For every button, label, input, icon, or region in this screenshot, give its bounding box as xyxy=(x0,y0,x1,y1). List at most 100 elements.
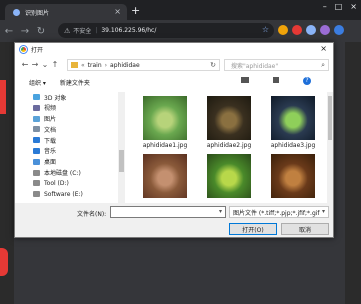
tab-title: 识别图片 xyxy=(25,9,50,17)
file-thumbnail[interactable] xyxy=(271,96,315,140)
tab-active[interactable]: 识别图片 × xyxy=(5,4,127,20)
filename-dropdown-icon[interactable]: ▾ xyxy=(219,208,222,215)
bookmark-star-icon[interactable]: ☆ xyxy=(262,25,269,34)
minimize-button[interactable]: – xyxy=(323,2,327,11)
breadcrumb-chevron-icon[interactable]: « xyxy=(81,62,85,69)
file-thumbnail[interactable] xyxy=(143,96,187,140)
recent-locations-icon[interactable]: ⌄ xyxy=(40,60,50,69)
documents-icon xyxy=(33,126,40,133)
tab-close-icon[interactable]: × xyxy=(114,7,121,16)
refresh-icon[interactable]: ↻ xyxy=(210,61,216,69)
new-tab-button[interactable]: + xyxy=(131,4,140,17)
breadcrumb[interactable]: « train › aphididae ↻ xyxy=(67,59,220,71)
filetype-dropdown-icon[interactable]: ▾ xyxy=(321,208,325,215)
3d-objects-icon xyxy=(33,94,40,100)
page-red-badge xyxy=(0,248,8,276)
page-background-right xyxy=(345,42,361,304)
file-name: aphididae2.jpg xyxy=(206,142,252,149)
close-window-button[interactable]: × xyxy=(350,2,357,11)
nav-item[interactable]: 图片 xyxy=(15,114,125,124)
nav-item-label: 视频 xyxy=(44,105,57,113)
nav-item-label: 桌面 xyxy=(44,159,57,167)
file-thumbnail[interactable] xyxy=(207,96,251,140)
nav-item[interactable]: 下载 xyxy=(15,135,125,145)
nav-item[interactable]: Software (E:) xyxy=(15,189,125,199)
warning-icon[interactable]: ⚠ xyxy=(64,27,70,35)
maximize-button[interactable]: □ xyxy=(335,2,343,11)
extension-2-icon[interactable] xyxy=(292,25,302,35)
file-item[interactable]: aphididae3.jpg xyxy=(269,96,317,149)
file-list-scroll-thumb[interactable] xyxy=(328,96,332,140)
window-controls: – □ × xyxy=(323,2,357,11)
nav-item[interactable]: 3D 对象 xyxy=(15,92,125,102)
drive-e-icon xyxy=(33,191,40,198)
tab-strip: 识别图片 × + – □ × xyxy=(0,0,361,20)
nav-item-label: 下载 xyxy=(44,137,57,145)
up-folder-icon[interactable]: ↑ xyxy=(50,60,60,69)
videos-icon xyxy=(33,104,40,111)
file-item[interactable] xyxy=(141,154,189,198)
dialog-bottom-bar: 文件名(N): ▾ 图片文件 (*.tiff;*.pjp;*.jfif;*.gi… xyxy=(15,203,333,237)
dialog-command-bar: 组织 ▾ 新建文件夹 ? xyxy=(15,76,333,88)
file-thumbnail[interactable] xyxy=(143,154,187,198)
preview-pane-icon[interactable] xyxy=(273,77,279,83)
search-input[interactable]: 搜索"aphididae" ⌕ xyxy=(224,59,329,71)
navigation-scroll-thumb[interactable] xyxy=(119,150,124,172)
security-label: 不安全 xyxy=(73,28,92,35)
breadcrumb-item-aphididae[interactable]: aphididae xyxy=(110,62,140,69)
file-thumbnail[interactable] xyxy=(271,154,315,198)
nav-item-label: Software (E:) xyxy=(44,190,83,198)
file-item[interactable] xyxy=(205,154,253,198)
profile-avatar[interactable] xyxy=(334,25,344,35)
nav-item[interactable]: Tool (D:) xyxy=(15,178,125,188)
nav-item[interactable]: 文档 xyxy=(15,124,125,134)
new-folder-button[interactable]: 新建文件夹 xyxy=(60,78,90,87)
search-placeholder: 搜索"aphididae" xyxy=(231,62,279,70)
dialog-back-icon[interactable]: ← xyxy=(20,60,30,69)
reload-button[interactable]: ↻ xyxy=(34,26,48,37)
nav-item[interactable]: 本地磁盘 (C:) xyxy=(15,168,125,178)
chrome-icon xyxy=(19,45,28,54)
organize-menu[interactable]: 组织 ▾ xyxy=(29,78,46,87)
dialog-forward-icon[interactable]: → xyxy=(30,60,40,69)
filetype-select[interactable]: 图片文件 (*.tiff;*.pjp;*.jfif;*.gif ▾ xyxy=(229,206,329,218)
nav-item[interactable]: 桌面 xyxy=(15,157,125,167)
breadcrumb-item-train[interactable]: train xyxy=(88,62,102,69)
cancel-button[interactable]: 取消 xyxy=(281,223,329,235)
dialog-close-button[interactable]: × xyxy=(320,44,327,53)
drive-d-icon xyxy=(33,180,40,187)
search-icon[interactable]: ⌕ xyxy=(321,61,325,70)
nav-item-label: 文档 xyxy=(44,126,57,134)
change-view-icon[interactable] xyxy=(241,77,249,83)
nav-item-label: 本地磁盘 (C:) xyxy=(44,170,81,178)
navigation-pane: 3D 对象视频 图片文档下载 音乐桌面本地磁盘 (C:) Tool (D:) Softw… xyxy=(15,92,125,204)
nav-item-label: 3D 对象 xyxy=(44,94,67,102)
file-list-scrollbar[interactable] xyxy=(327,92,333,204)
file-item[interactable]: aphididae1.jpg xyxy=(141,96,189,149)
file-list: aphididae1.jpg aphididae2.jpg aphididae3.j… xyxy=(131,92,327,204)
extension-icons xyxy=(278,25,344,35)
extension-4-icon[interactable] xyxy=(320,25,330,35)
file-item[interactable]: aphididae2.jpg xyxy=(205,96,253,149)
breadcrumb-chevron-icon[interactable]: › xyxy=(105,62,107,69)
nav-item[interactable]: 音乐 xyxy=(15,146,125,156)
file-thumbnail[interactable] xyxy=(207,154,251,198)
back-button[interactable]: ← xyxy=(2,26,16,37)
address-bar[interactable]: ⚠ 不安全 | 39.106.225.96/hc/ ☆ xyxy=(58,23,274,38)
forward-button[interactable]: → xyxy=(18,26,32,37)
downloads-icon xyxy=(33,137,40,144)
file-item[interactable] xyxy=(269,154,317,198)
open-button[interactable]: 打开(O) xyxy=(229,223,277,235)
url-text[interactable]: 39.106.225.96/hc/ xyxy=(101,27,156,34)
extension-3-icon[interactable] xyxy=(306,25,316,35)
help-icon[interactable]: ? xyxy=(303,77,311,85)
folder-icon xyxy=(71,62,78,68)
nav-item[interactable]: 视频 xyxy=(15,103,125,113)
nav-item-label: Tool (D:) xyxy=(44,179,69,187)
extension-1-icon[interactable] xyxy=(278,25,288,35)
drive-c-icon xyxy=(33,169,40,176)
file-open-dialog: 打开 × ← → ⌄ ↑ « train › aphididae ↻ 搜索"ap… xyxy=(14,42,334,238)
filename-input[interactable]: ▾ xyxy=(110,206,226,218)
file-name: aphididae1.jpg xyxy=(142,142,188,149)
navigation-scrollbar[interactable] xyxy=(118,92,125,204)
